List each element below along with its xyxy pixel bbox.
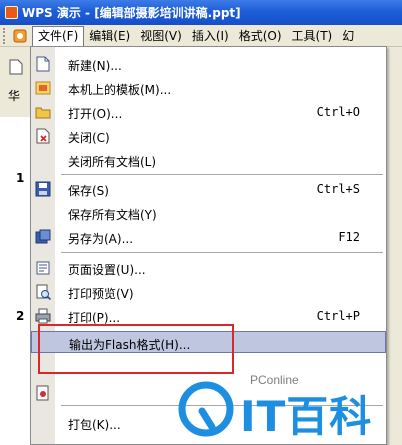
menu-file[interactable]: 文件(F)	[32, 25, 85, 46]
new-document-icon	[35, 56, 51, 72]
menu-item-label: 新建(N)...	[68, 59, 122, 73]
close-document-icon	[35, 128, 51, 144]
menu-item-shortcut: Ctrl+S	[316, 182, 360, 196]
menu-item-label: 本机上的模板(M)...	[68, 83, 172, 97]
menu-item-shortcut: F12	[338, 230, 360, 244]
open-folder-icon	[35, 104, 51, 120]
menubar-grip[interactable]	[3, 27, 9, 44]
font-name-fragment: 华	[8, 89, 21, 103]
print-preview-icon	[35, 284, 51, 300]
menu-view[interactable]: 视图(V)	[135, 26, 187, 46]
menu-slideshow[interactable]: 幻	[337, 26, 359, 46]
menu-item-page-setup[interactable]: 页面设置(U)...	[31, 257, 386, 279]
menu-item-label: 另存为(A)...	[68, 232, 134, 246]
menu-item-close[interactable]: 关闭(C)	[31, 125, 386, 147]
menu-item-local-templates[interactable]: 本机上的模板(M)...	[31, 77, 386, 99]
menu-item-shortcut: Ctrl+O	[316, 105, 360, 119]
menu-item-label: 打印(P)...	[68, 311, 121, 325]
menu-item-export-flash[interactable]: 输出为Flash格式(H)...	[31, 331, 386, 353]
menu-item-label: 关闭所有文档(L)	[68, 155, 157, 169]
menu-item-new[interactable]: 新建(N)...	[31, 53, 386, 75]
menu-item-label: 页面设置(U)...	[68, 263, 146, 277]
menu-item-print-preview[interactable]: 打印预览(V)	[31, 281, 386, 303]
menu-format[interactable]: 格式(O)	[234, 26, 287, 46]
menu-tools[interactable]: 工具(T)	[287, 26, 338, 46]
print-icon	[35, 308, 51, 324]
page-setup-icon	[35, 260, 51, 276]
pconline-logo-icon	[178, 381, 234, 437]
save-as-icon	[35, 229, 51, 245]
menu-insert[interactable]: 插入(I)	[187, 26, 234, 46]
right-panel-edge	[386, 47, 402, 445]
menu-item-save-as[interactable]: 另存为(A)... F12	[31, 226, 386, 248]
menu-item-label: 打包(K)...	[68, 418, 121, 432]
title-bar: WPS 演示 - [编辑部摄影培训讲稿.ppt]	[0, 0, 402, 25]
slide-number-1: 1	[16, 171, 25, 185]
new-document-icon[interactable]	[8, 59, 24, 75]
menu-item-save[interactable]: 保存(S) Ctrl+S	[31, 178, 386, 200]
menu-item-print[interactable]: 打印(P)... Ctrl+P	[31, 305, 386, 327]
pconline-watermark: PConline IT百科	[178, 373, 388, 441]
menu-item-close-all[interactable]: 关闭所有文档(L)	[31, 149, 386, 171]
menu-item-open[interactable]: 打开(O)... Ctrl+O	[31, 101, 386, 123]
menu-item-label: 打开(O)...	[68, 107, 123, 121]
app-menu-icon[interactable]	[12, 28, 28, 44]
menu-bar: 文件(F) 编辑(E) 视图(V) 插入(I) 格式(O) 工具(T) 幻	[0, 25, 402, 47]
menu-item-label: 关闭(C)	[68, 131, 110, 145]
menu-item-save-all[interactable]: 保存所有文档(Y)	[31, 202, 386, 224]
send-mail-icon	[35, 385, 51, 401]
template-icon	[35, 80, 51, 96]
slide-number-2: 2	[16, 309, 25, 323]
menu-item-shortcut: Ctrl+P	[316, 309, 360, 323]
window-title: WPS 演示 - [编辑部摄影培训讲稿.ppt]	[22, 6, 241, 20]
wps-app-icon	[5, 6, 18, 19]
menu-item-label: 保存(S)	[68, 184, 109, 198]
menu-edit[interactable]: 编辑(E)	[84, 26, 135, 46]
watermark-title: IT百科	[240, 392, 373, 441]
menu-item-label: 输出为Flash格式(H)...	[69, 338, 191, 352]
menu-item-label: 打印预览(V)	[68, 287, 134, 301]
menu-item-label: 保存所有文档(Y)	[68, 208, 157, 222]
menu-separator	[61, 174, 383, 175]
save-icon	[35, 181, 51, 197]
menu-separator	[61, 252, 383, 253]
